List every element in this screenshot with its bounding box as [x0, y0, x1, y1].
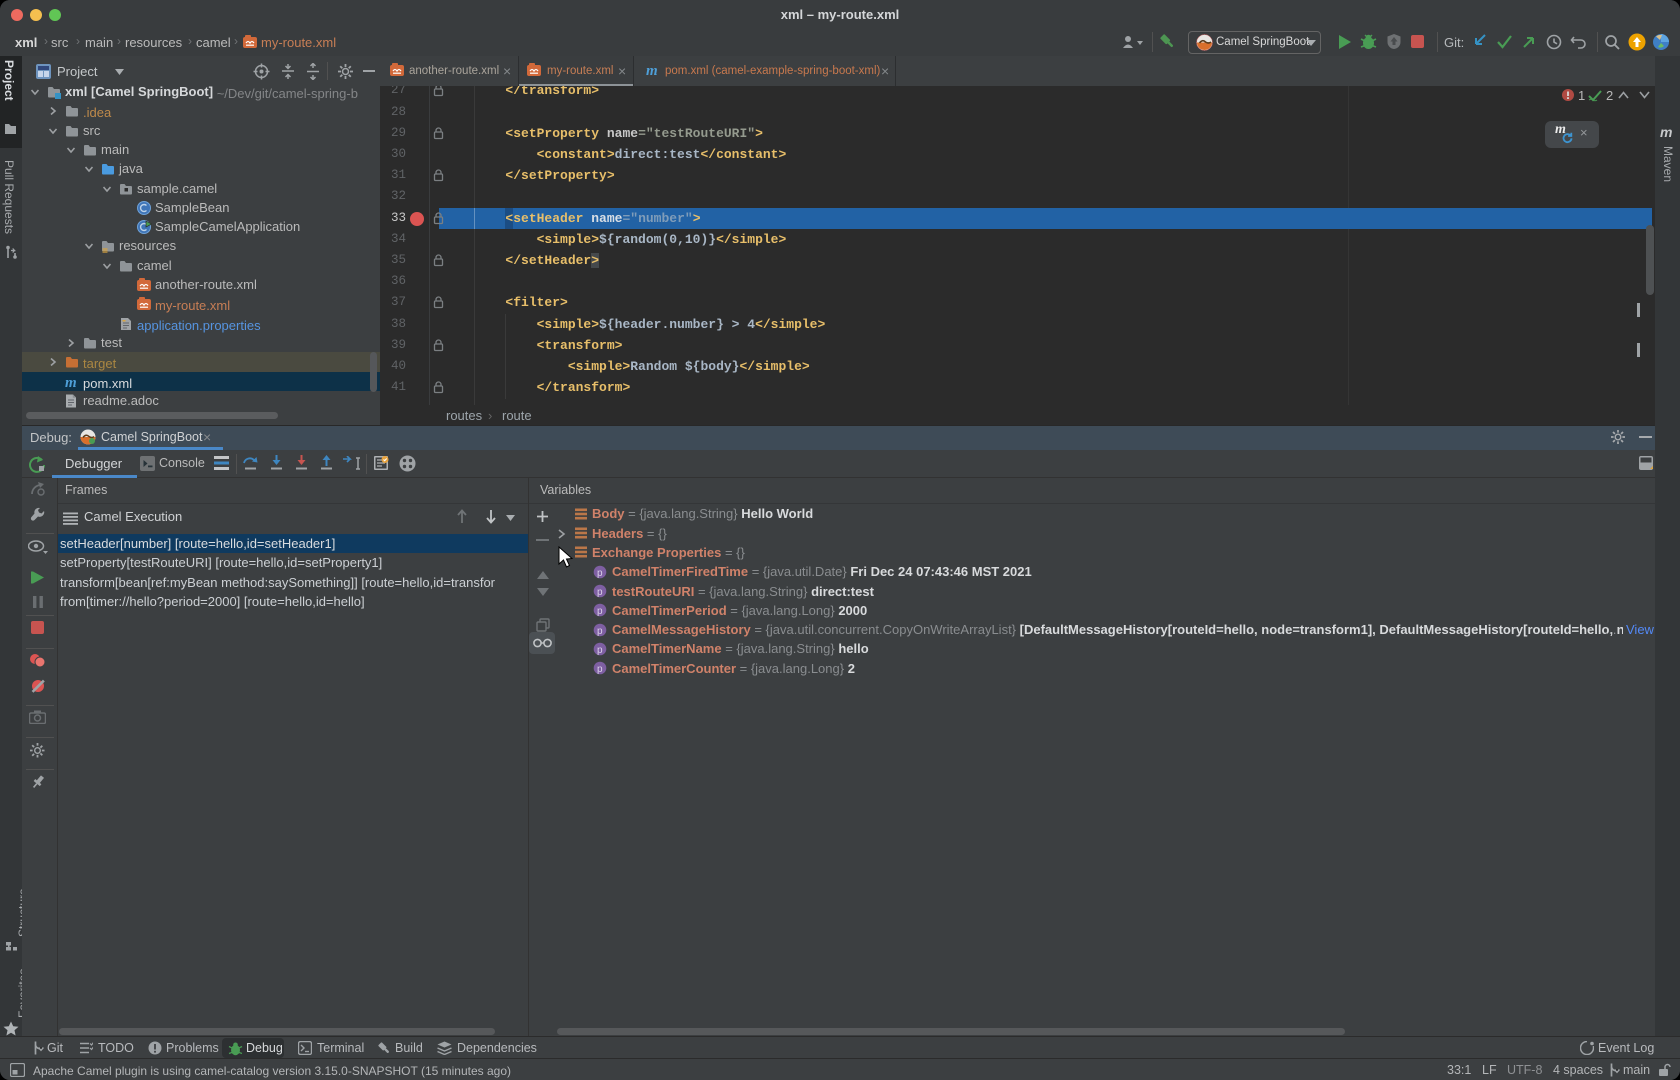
svg-text:p: p [597, 606, 603, 617]
svg-text:p: p [597, 587, 603, 598]
svg-text:m: m [65, 375, 77, 389]
svg-text:p: p [597, 626, 603, 637]
svg-text:p: p [597, 645, 603, 656]
svg-text:p: p [597, 664, 603, 675]
svg-text:p: p [597, 568, 603, 579]
svg-text:m: m [646, 63, 658, 77]
